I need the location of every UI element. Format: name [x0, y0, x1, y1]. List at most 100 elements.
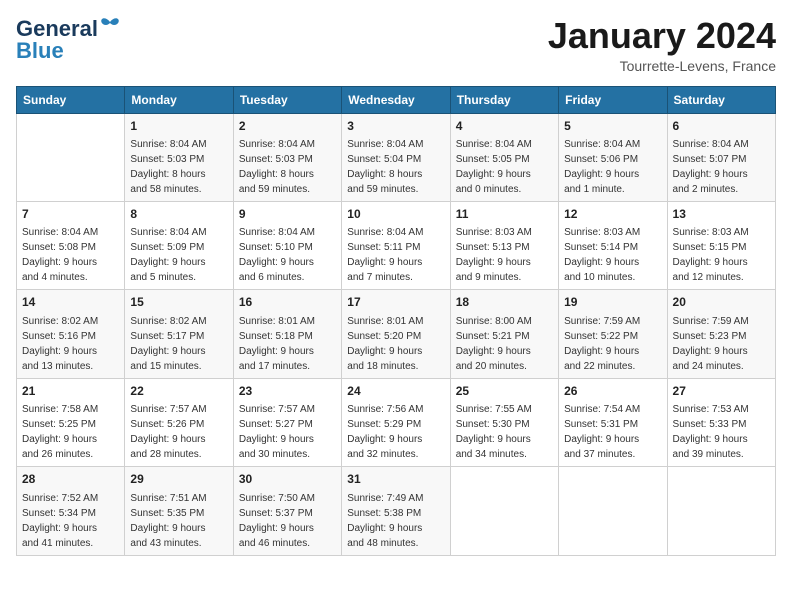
- calendar-header-row: SundayMondayTuesdayWednesdayThursdayFrid…: [17, 86, 776, 113]
- day-info: Sunrise: 7:57 AM Sunset: 5:26 PM Dayligh…: [130, 402, 227, 462]
- calendar-cell: 28 Sunrise: 7:52 AM Sunset: 5:34 PM Dayli…: [17, 467, 125, 555]
- day-info: Sunrise: 7:54 AM Sunset: 5:31 PM Dayligh…: [564, 402, 661, 462]
- calendar-title: January 2024: [548, 16, 776, 56]
- day-info: Sunrise: 7:59 AM Sunset: 5:23 PM Dayligh…: [673, 314, 770, 374]
- calendar-cell: 4Sunrise: 8:04 AM Sunset: 5:05 PM Daylig…: [450, 113, 558, 201]
- day-info: Sunrise: 8:04 AM Sunset: 5:11 PM Dayligh…: [347, 225, 444, 285]
- day-info: Sunrise: 8:03 AM Sunset: 5:13 PM Dayligh…: [456, 225, 553, 285]
- day-number: 25: [456, 383, 553, 400]
- calendar-cell: 9 Sunrise: 8:04 AM Sunset: 5:10 PM Daylig…: [233, 201, 341, 289]
- calendar-week-row: 28 Sunrise: 7:52 AM Sunset: 5:34 PM Dayli…: [17, 467, 776, 555]
- day-info: Sunrise: 7:52 AM Sunset: 5:34 PM Dayligh…: [22, 491, 119, 551]
- day-number: 17: [347, 294, 444, 311]
- day-number: 2: [239, 118, 336, 135]
- calendar-cell: 13 Sunrise: 8:03 AM Sunset: 5:15 PM Dayli…: [667, 201, 775, 289]
- calendar-cell: 17 Sunrise: 8:01 AM Sunset: 5:20 PM Dayli…: [342, 290, 450, 378]
- calendar-cell: 18 Sunrise: 8:00 AM Sunset: 5:21 PM Dayli…: [450, 290, 558, 378]
- calendar-cell: [17, 113, 125, 201]
- calendar-cell: 23Sunrise: 7:57 AM Sunset: 5:27 PM Dayli…: [233, 378, 341, 466]
- title-block: January 2024 Tourrette-Levens, France: [548, 16, 776, 74]
- calendar-week-row: 7 Sunrise: 8:04 AM Sunset: 5:08 PM Daylig…: [17, 201, 776, 289]
- calendar-cell: 8Sunrise: 8:04 AM Sunset: 5:09 PM Daylig…: [125, 201, 233, 289]
- calendar-cell: [450, 467, 558, 555]
- day-number: 14: [22, 294, 119, 311]
- day-info: Sunrise: 7:49 AM Sunset: 5:38 PM Dayligh…: [347, 491, 444, 551]
- day-info: Sunrise: 7:53 AM Sunset: 5:33 PM Dayligh…: [673, 402, 770, 462]
- calendar-cell: 21 Sunrise: 7:58 AM Sunset: 5:25 PM Dayli…: [17, 378, 125, 466]
- calendar-cell: 12 Sunrise: 8:03 AM Sunset: 5:14 PM Dayli…: [559, 201, 667, 289]
- day-info: Sunrise: 8:04 AM Sunset: 5:07 PM Dayligh…: [673, 137, 770, 197]
- page-header: General Blue January 2024 Tourrette-Leve…: [16, 16, 776, 74]
- day-info: Sunrise: 7:59 AM Sunset: 5:22 PM Dayligh…: [564, 314, 661, 374]
- calendar-cell: 22 Sunrise: 7:57 AM Sunset: 5:26 PM Dayli…: [125, 378, 233, 466]
- day-number: 3: [347, 118, 444, 135]
- day-number: 28: [22, 471, 119, 488]
- day-info: Sunrise: 8:01 AM Sunset: 5:20 PM Dayligh…: [347, 314, 444, 374]
- header-day-saturday: Saturday: [667, 86, 775, 113]
- day-number: 27: [673, 383, 770, 400]
- day-info: Sunrise: 8:02 AM Sunset: 5:16 PM Dayligh…: [22, 314, 119, 374]
- calendar-cell: 16 Sunrise: 8:01 AM Sunset: 5:18 PM Dayli…: [233, 290, 341, 378]
- day-number: 22: [130, 383, 227, 400]
- calendar-week-row: 21 Sunrise: 7:58 AM Sunset: 5:25 PM Dayli…: [17, 378, 776, 466]
- day-info: Sunrise: 8:03 AM Sunset: 5:15 PM Dayligh…: [673, 225, 770, 285]
- calendar-cell: 14 Sunrise: 8:02 AM Sunset: 5:16 PM Dayli…: [17, 290, 125, 378]
- calendar-cell: 5 Sunrise: 8:04 AM Sunset: 5:06 PM Daylig…: [559, 113, 667, 201]
- day-info: Sunrise: 8:04 AM Sunset: 5:03 PM Dayligh…: [239, 137, 336, 197]
- calendar-cell: 3Sunrise: 8:04 AM Sunset: 5:04 PM Daylig…: [342, 113, 450, 201]
- day-number: 12: [564, 206, 661, 223]
- calendar-cell: 29Sunrise: 7:51 AM Sunset: 5:35 PM Dayli…: [125, 467, 233, 555]
- day-info: Sunrise: 8:04 AM Sunset: 5:03 PM Dayligh…: [130, 137, 227, 197]
- header-day-thursday: Thursday: [450, 86, 558, 113]
- calendar-subtitle: Tourrette-Levens, France: [548, 58, 776, 74]
- calendar-cell: 7 Sunrise: 8:04 AM Sunset: 5:08 PM Daylig…: [17, 201, 125, 289]
- calendar-cell: 26 Sunrise: 7:54 AM Sunset: 5:31 PM Dayli…: [559, 378, 667, 466]
- day-info: Sunrise: 7:57 AM Sunset: 5:27 PM Dayligh…: [239, 402, 336, 462]
- day-number: 9: [239, 206, 336, 223]
- calendar-cell: 15 Sunrise: 8:02 AM Sunset: 5:17 PM Dayli…: [125, 290, 233, 378]
- day-number: 31: [347, 471, 444, 488]
- calendar-week-row: 1 Sunrise: 8:04 AM Sunset: 5:03 PM Daylig…: [17, 113, 776, 201]
- calendar-week-row: 14 Sunrise: 8:02 AM Sunset: 5:16 PM Dayli…: [17, 290, 776, 378]
- logo-blue-text: Blue: [16, 38, 64, 63]
- day-info: Sunrise: 7:51 AM Sunset: 5:35 PM Dayligh…: [130, 491, 227, 551]
- day-number: 6: [673, 118, 770, 135]
- calendar-cell: 30 Sunrise: 7:50 AM Sunset: 5:37 PM Dayli…: [233, 467, 341, 555]
- calendar-cell: 24Sunrise: 7:56 AM Sunset: 5:29 PM Dayli…: [342, 378, 450, 466]
- header-day-friday: Friday: [559, 86, 667, 113]
- day-number: 10: [347, 206, 444, 223]
- header-day-monday: Monday: [125, 86, 233, 113]
- day-info: Sunrise: 8:01 AM Sunset: 5:18 PM Dayligh…: [239, 314, 336, 374]
- day-number: 1: [130, 118, 227, 135]
- day-number: 26: [564, 383, 661, 400]
- day-info: Sunrise: 8:03 AM Sunset: 5:14 PM Dayligh…: [564, 225, 661, 285]
- day-number: 13: [673, 206, 770, 223]
- day-info: Sunrise: 7:56 AM Sunset: 5:29 PM Dayligh…: [347, 402, 444, 462]
- day-info: Sunrise: 8:04 AM Sunset: 5:10 PM Dayligh…: [239, 225, 336, 285]
- day-number: 30: [239, 471, 336, 488]
- logo-bird-icon: [100, 17, 122, 33]
- day-info: Sunrise: 8:04 AM Sunset: 5:06 PM Dayligh…: [564, 137, 661, 197]
- day-info: Sunrise: 8:04 AM Sunset: 5:08 PM Dayligh…: [22, 225, 119, 285]
- day-number: 7: [22, 206, 119, 223]
- day-info: Sunrise: 8:00 AM Sunset: 5:21 PM Dayligh…: [456, 314, 553, 374]
- calendar-cell: 27 Sunrise: 7:53 AM Sunset: 5:33 PM Dayli…: [667, 378, 775, 466]
- day-number: 18: [456, 294, 553, 311]
- calendar-cell: 31 Sunrise: 7:49 AM Sunset: 5:38 PM Dayli…: [342, 467, 450, 555]
- day-info: Sunrise: 7:58 AM Sunset: 5:25 PM Dayligh…: [22, 402, 119, 462]
- day-info: Sunrise: 7:55 AM Sunset: 5:30 PM Dayligh…: [456, 402, 553, 462]
- day-number: 8: [130, 206, 227, 223]
- calendar-table: SundayMondayTuesdayWednesdayThursdayFrid…: [16, 86, 776, 556]
- calendar-cell: 11 Sunrise: 8:03 AM Sunset: 5:13 PM Dayli…: [450, 201, 558, 289]
- day-number: 11: [456, 206, 553, 223]
- day-number: 21: [22, 383, 119, 400]
- day-number: 15: [130, 294, 227, 311]
- day-info: Sunrise: 8:02 AM Sunset: 5:17 PM Dayligh…: [130, 314, 227, 374]
- calendar-cell: [667, 467, 775, 555]
- day-info: Sunrise: 7:50 AM Sunset: 5:37 PM Dayligh…: [239, 491, 336, 551]
- day-number: 16: [239, 294, 336, 311]
- calendar-cell: 25 Sunrise: 7:55 AM Sunset: 5:30 PM Dayli…: [450, 378, 558, 466]
- day-number: 5: [564, 118, 661, 135]
- header-day-wednesday: Wednesday: [342, 86, 450, 113]
- header-day-sunday: Sunday: [17, 86, 125, 113]
